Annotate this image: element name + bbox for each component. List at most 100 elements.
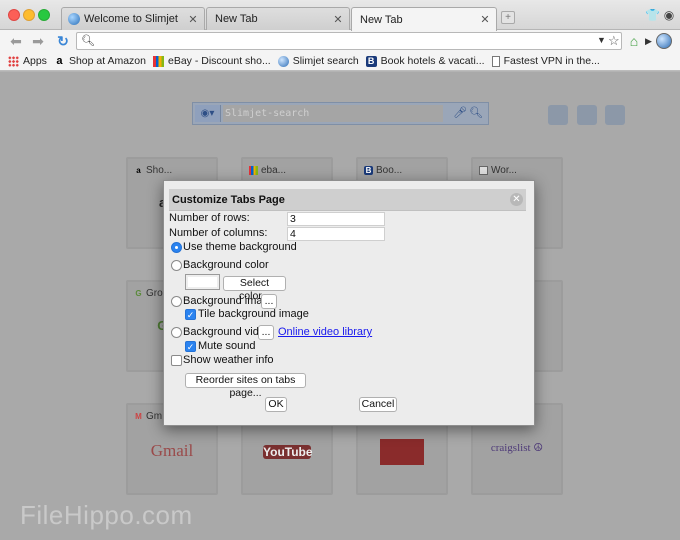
background-image-radio[interactable] (171, 296, 182, 307)
ok-button[interactable]: OK (265, 397, 287, 412)
theme-background-label: Use theme background (183, 241, 297, 253)
tile-logo: craigslist ☮ (490, 442, 544, 454)
columns-label: Number of columns: (169, 227, 268, 239)
browse-video-button[interactable]: ... (258, 325, 274, 340)
bookmark-vpn[interactable]: Fastest VPN in the... (491, 55, 600, 67)
bookmark-label: Shop at Amazon (68, 55, 146, 67)
tile-label: Gm (146, 411, 163, 422)
cancel-button[interactable]: Cancel (359, 397, 397, 412)
forward-arrow-icon[interactable]: ➡ (30, 33, 46, 49)
page-icon (491, 55, 500, 67)
tile-label: Sho... (146, 165, 173, 176)
close-icon[interactable]: ✕ (510, 193, 523, 206)
gmail-icon: M (135, 412, 142, 421)
tab-label: New Tab (360, 13, 403, 26)
booking-icon: B (365, 55, 377, 67)
close-icon[interactable]: ✕ (333, 13, 343, 26)
background-color-radio[interactable] (171, 260, 182, 271)
show-weather-checkbox[interactable] (171, 355, 182, 366)
rows-label: Number of rows: (169, 212, 250, 224)
browse-image-button[interactable]: ... (261, 294, 277, 309)
dialog-title: Customize Tabs Page (172, 194, 285, 206)
background-color-label: Background color (183, 259, 269, 271)
home-icon[interactable]: ⌂ (626, 33, 642, 49)
bookmark-label: Apps (23, 55, 47, 67)
tile-label: Gro (146, 288, 163, 299)
search-icon: 🔍︎ (81, 35, 95, 47)
bookmark-slimjet-search[interactable]: Slimjet search (277, 55, 359, 67)
apps-grid-icon (8, 55, 19, 67)
bookmark-apps[interactable]: Apps (8, 55, 47, 67)
tab-new-tab-2[interactable]: New Tab ✕ (351, 7, 497, 31)
bookmark-label: eBay - Discount sho... (168, 55, 271, 67)
bookmark-ebay[interactable]: eBay - Discount sho... (153, 55, 271, 67)
select-color-button[interactable]: Select color... (223, 276, 286, 302)
bookmark-label: Slimjet search (292, 55, 359, 67)
tile-label: Boo... (376, 165, 403, 176)
tile-logo: Gmail (150, 441, 194, 460)
tile-label: eba... (261, 165, 287, 176)
bookmark-amazon[interactable]: a Shop at Amazon (54, 55, 146, 67)
amazon-icon: a (136, 166, 141, 175)
mute-sound-label: Mute sound (198, 340, 256, 352)
bookmark-booking[interactable]: B Book hotels & vacati... (365, 55, 485, 67)
tile-logo: YouTube (263, 445, 313, 459)
search-engine-selector-icon[interactable]: ◉▾ (195, 105, 221, 122)
booking-icon: B (364, 166, 373, 175)
close-icon[interactable]: ✕ (188, 13, 198, 26)
tile-logo-block (380, 439, 424, 465)
microphone-icon[interactable]: 🎤︎ (453, 106, 467, 119)
slimjet-menu-icon[interactable] (656, 33, 672, 49)
title-bar: Welcome to Slimjet ✕ New Tab ✕ New Tab ✕… (0, 0, 680, 31)
close-icon[interactable]: ✕ (480, 13, 490, 26)
tile-image-label: Tile background image (198, 308, 309, 320)
recently-closed-icon[interactable] (548, 105, 568, 125)
dropdown-arrow-icon[interactable]: ▼ (597, 35, 606, 45)
online-video-library-link[interactable]: Online video library (278, 326, 372, 338)
mute-sound-checkbox[interactable]: ✓ (185, 341, 196, 352)
reorder-sites-button[interactable]: Reorder sites on tabs page... (185, 373, 306, 399)
toolbar: ⬅ ➡ ↻ 🔍︎ ▼ ☆ (0, 30, 680, 52)
rows-input[interactable]: 3 (287, 212, 385, 226)
address-bar[interactable]: 🔍︎ ▼ ☆ (76, 32, 622, 50)
tile-label: Wor... (491, 165, 517, 176)
chevron-right-icon[interactable]: ▶ (645, 36, 652, 47)
ebay-icon (249, 166, 258, 175)
bookmark-star-icon[interactable]: ☆ (608, 33, 620, 49)
new-tab-button[interactable]: + (501, 11, 515, 24)
bookmark-label: Book hotels & vacati... (380, 55, 485, 67)
bookmark-label: Fastest VPN in the... (503, 55, 600, 67)
slimjet-globe-icon (68, 13, 80, 25)
reload-icon[interactable]: ↻ (55, 33, 71, 49)
ebay-icon (153, 55, 164, 67)
tab-label: Welcome to Slimjet (84, 13, 178, 25)
tab-label: New Tab (215, 13, 258, 25)
customize-tabs-dialog: Customize Tabs Page ✕ Number of rows: 3 … (163, 180, 535, 426)
globe-icon (277, 55, 289, 67)
back-arrow-icon[interactable]: ⬅ (8, 33, 24, 49)
zoom-window-button[interactable] (38, 9, 50, 21)
apps-icon[interactable] (605, 105, 625, 125)
slimjet-search-box[interactable]: ◉▾ Slimjet-search 🎤︎ 🔍︎ (192, 102, 489, 125)
minimize-window-button[interactable] (23, 9, 35, 21)
close-window-button[interactable] (8, 9, 20, 21)
tab-welcome[interactable]: Welcome to Slimjet ✕ (61, 7, 205, 30)
show-weather-label: Show weather info (183, 354, 274, 366)
color-swatch[interactable] (185, 274, 220, 290)
theme-background-radio[interactable] (171, 242, 182, 253)
amazon-icon: a (56, 54, 63, 67)
shirt-icon[interactable]: 👕 (645, 8, 660, 22)
slimjet-search-input[interactable]: Slimjet-search (223, 105, 443, 122)
dialog-title-bar: Customize Tabs Page ✕ (169, 189, 526, 211)
tab-new-tab-1[interactable]: New Tab ✕ (206, 7, 350, 30)
most-visited-icon[interactable] (577, 105, 597, 125)
background-video-radio[interactable] (171, 327, 182, 338)
page-icon (479, 166, 488, 175)
search-icon[interactable]: 🔍︎ (469, 106, 483, 119)
watermark: FileHippo.com (20, 500, 193, 530)
tile-image-checkbox[interactable]: ✓ (185, 309, 196, 320)
columns-input[interactable]: 4 (287, 227, 385, 241)
user-profile-icon[interactable]: ◉ (662, 8, 676, 22)
groupon-icon: G (135, 289, 142, 298)
bookmarks-bar: Apps a Shop at Amazon eBay - Discount sh… (0, 52, 680, 71)
